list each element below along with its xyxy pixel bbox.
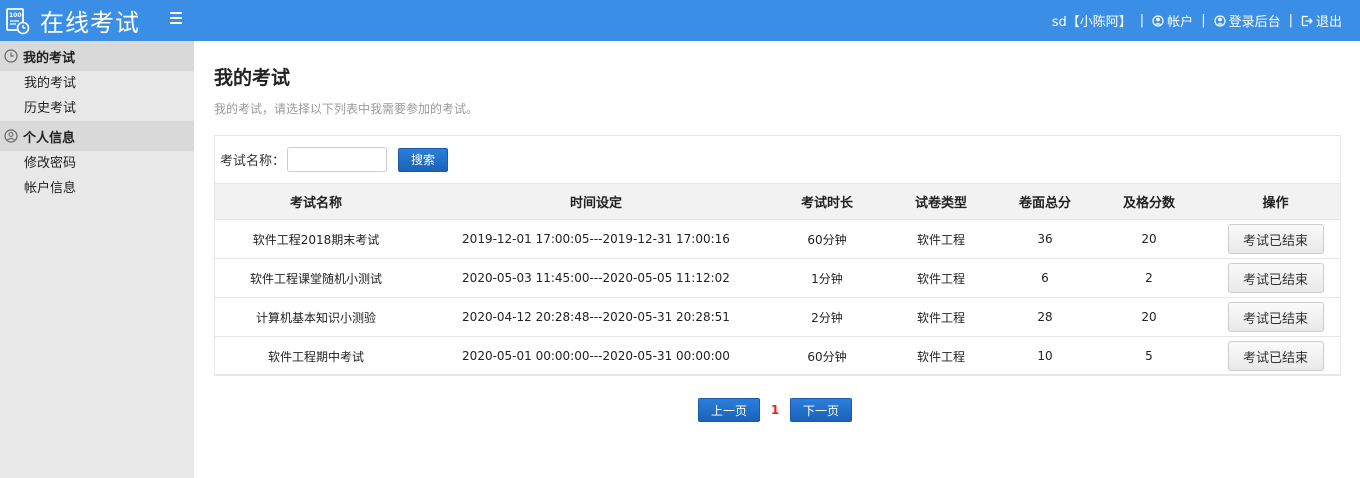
column-header-time: 时间设定	[569, 196, 622, 211]
search-label: 考试名称：	[220, 154, 286, 169]
table-row: 计算机基本知识小测验 2020-04-12 20:28:48---2020-05…	[215, 298, 1340, 337]
exam-ended-button[interactable]: 考试已结束	[1227, 302, 1324, 332]
svg-text:100: 100	[9, 12, 22, 19]
exam-pass: 20	[1141, 310, 1157, 324]
sidebar-group-label: 我的考试	[23, 50, 76, 66]
table-row: 软件工程期中考试 2020-05-01 00:00:00---2020-05-3…	[215, 337, 1340, 376]
exam-name: 计算机基本知识小测验	[255, 310, 376, 325]
column-header-duration: 考试时长	[800, 196, 853, 211]
exam-duration: 2分钟	[811, 310, 843, 325]
sidebar-item-account-info[interactable]: 帐户信息	[0, 176, 194, 201]
exam-type: 软件工程	[916, 271, 965, 286]
top-user-menu: sd【小陈阿】 | 帐户 | 登录后台 | 退出	[1051, 11, 1342, 30]
sidebar-item-my-exams[interactable]: 我的考试	[0, 71, 194, 96]
sidebar: 我的考试 我的考试 历史考试 个人信息 修改密码 帐户信息	[0, 41, 194, 478]
table-row: 软件工程2018期末考试 2019-12-01 17:00:05---2019-…	[215, 220, 1340, 259]
user-name: sd【小陈阿】	[1051, 15, 1132, 30]
exam-ended-button[interactable]: 考试已结束	[1227, 263, 1324, 293]
account-link[interactable]: 帐户	[1152, 11, 1193, 30]
column-header-action: 操作	[1262, 196, 1289, 211]
exam-total: 10	[1037, 349, 1053, 363]
sidebar-group-my-exams[interactable]: 我的考试	[0, 41, 194, 71]
exam-type: 软件工程	[916, 232, 965, 247]
app-title: 在线考试	[40, 9, 140, 37]
brand: 100 在线考试	[0, 0, 140, 41]
backend-login-label: 登录后台	[1228, 15, 1281, 30]
exam-time: 2020-05-01 00:00:00---2020-05-31 00:00:0…	[462, 349, 730, 363]
clock-icon	[4, 49, 18, 63]
exam-type: 软件工程	[916, 349, 965, 364]
exam-total: 28	[1037, 310, 1053, 324]
table-header-row: 考试名称 时间设定 考试时长 试卷类型 卷面总分 及格分数 操作	[215, 183, 1340, 220]
prev-page-button[interactable]: 上一页	[698, 398, 760, 422]
column-header-pass: 及格分数	[1122, 196, 1175, 211]
exam-ended-button[interactable]: 考试已结束	[1227, 224, 1324, 254]
hamburger-menu-icon[interactable]	[170, 9, 188, 31]
exam-time: 2020-04-12 20:28:48---2020-05-31 20:28:5…	[462, 310, 730, 324]
exam-name-search-input[interactable]	[287, 147, 388, 172]
exam-time: 2019-12-01 17:00:05---2019-12-31 17:00:1…	[462, 232, 730, 246]
exam-total: 36	[1037, 232, 1053, 246]
top-bar: 100 在线考试 sd【小陈阿】 | 帐户 | 登录后台 | 退出	[0, 0, 1360, 41]
user-circle-icon	[1152, 14, 1164, 27]
logout-link[interactable]: 退出	[1301, 11, 1342, 30]
account-label: 帐户	[1167, 15, 1194, 30]
exam-pass: 2	[1145, 271, 1153, 285]
sidebar-item-exam-history[interactable]: 历史考试	[0, 96, 194, 121]
backend-login-link[interactable]: 登录后台	[1213, 11, 1281, 30]
column-header-total: 卷面总分	[1018, 196, 1071, 211]
exam-duration: 60分钟	[807, 349, 847, 364]
user-circle-icon	[1213, 14, 1226, 27]
exam-pass: 20	[1141, 232, 1157, 246]
search-bar: 考试名称： 搜索	[215, 136, 1340, 183]
exam-type: 软件工程	[916, 310, 965, 325]
table-row: 软件工程课堂随机小测试 2020-05-03 11:45:00---2020-0…	[215, 259, 1340, 298]
exam-total: 6	[1041, 271, 1049, 285]
current-page-number[interactable]: 1	[760, 403, 790, 417]
column-header-type: 试卷类型	[914, 196, 967, 211]
exam-pass: 5	[1145, 349, 1153, 363]
exam-table: 考试名称 时间设定 考试时长 试卷类型 卷面总分 及格分数 操作 软件工程201…	[215, 183, 1340, 376]
exam-time: 2020-05-03 11:45:00---2020-05-05 11:12:0…	[462, 271, 730, 285]
exam-duration: 1分钟	[811, 271, 843, 286]
next-page-button[interactable]: 下一页	[790, 398, 852, 422]
exam-list-panel: 考试名称： 搜索 考试名称 时间设定 考试时长 试卷类型 卷面总分 及格分数 操…	[214, 135, 1341, 376]
exam-duration: 60分钟	[807, 232, 847, 247]
pagination: 上一页 1 下一页	[698, 398, 852, 422]
exam-name: 软件工程期中考试	[267, 349, 364, 364]
sidebar-group-personal-info[interactable]: 个人信息	[0, 121, 194, 151]
exam-logo-icon: 100	[0, 0, 36, 41]
search-button[interactable]: 搜索	[398, 147, 449, 172]
logout-label: 退出	[1315, 15, 1342, 30]
exam-ended-button[interactable]: 考试已结束	[1227, 341, 1324, 371]
logout-icon	[1301, 15, 1313, 26]
exam-name: 软件工程课堂随机小测试	[249, 271, 382, 286]
page-title: 我的考试	[214, 67, 291, 89]
user-circle-icon	[4, 129, 18, 143]
exam-name: 软件工程2018期末考试	[252, 232, 380, 247]
page-subtitle: 我的考试，请选择以下列表中我需要参加的考试。	[214, 102, 479, 116]
sidebar-item-change-password[interactable]: 修改密码	[0, 151, 194, 176]
column-header-name: 考试名称	[289, 196, 342, 211]
sidebar-group-label: 个人信息	[23, 130, 76, 146]
